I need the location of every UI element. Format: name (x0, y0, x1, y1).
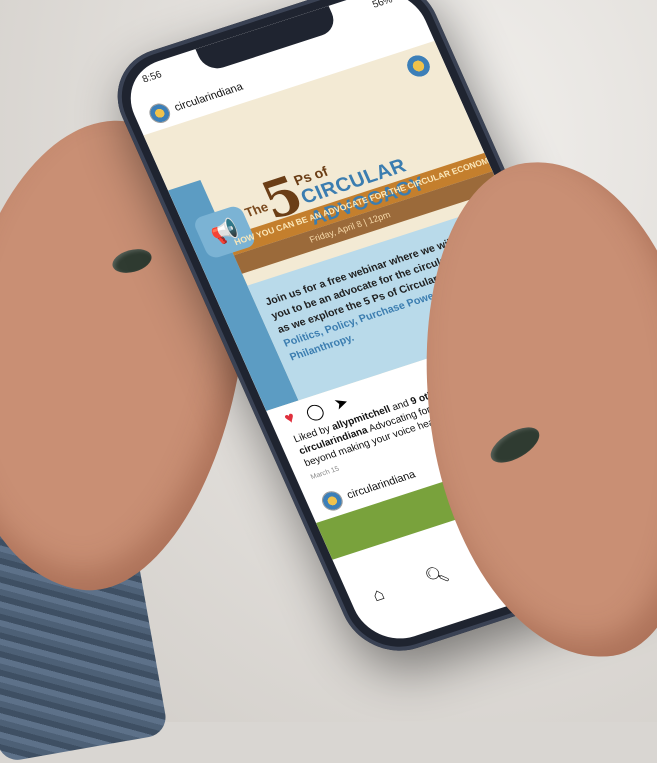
photo-background: 8:56 56% circularindiana 📢 The 5 Ps of C… (0, 0, 657, 763)
status-battery: 56% (370, 0, 395, 11)
brand-logo-icon (403, 52, 434, 80)
status-time: 8:56 (140, 69, 164, 86)
account-avatar-icon[interactable] (146, 101, 174, 126)
search-icon[interactable]: 🔍︎ (422, 563, 452, 589)
heart-icon[interactable]: ♥ (282, 409, 299, 430)
home-icon[interactable]: ⌂ (369, 583, 388, 606)
comment-icon[interactable]: ◯ (302, 400, 327, 424)
next-avatar-icon[interactable] (318, 488, 346, 514)
share-icon[interactable]: ➤ (331, 392, 352, 415)
